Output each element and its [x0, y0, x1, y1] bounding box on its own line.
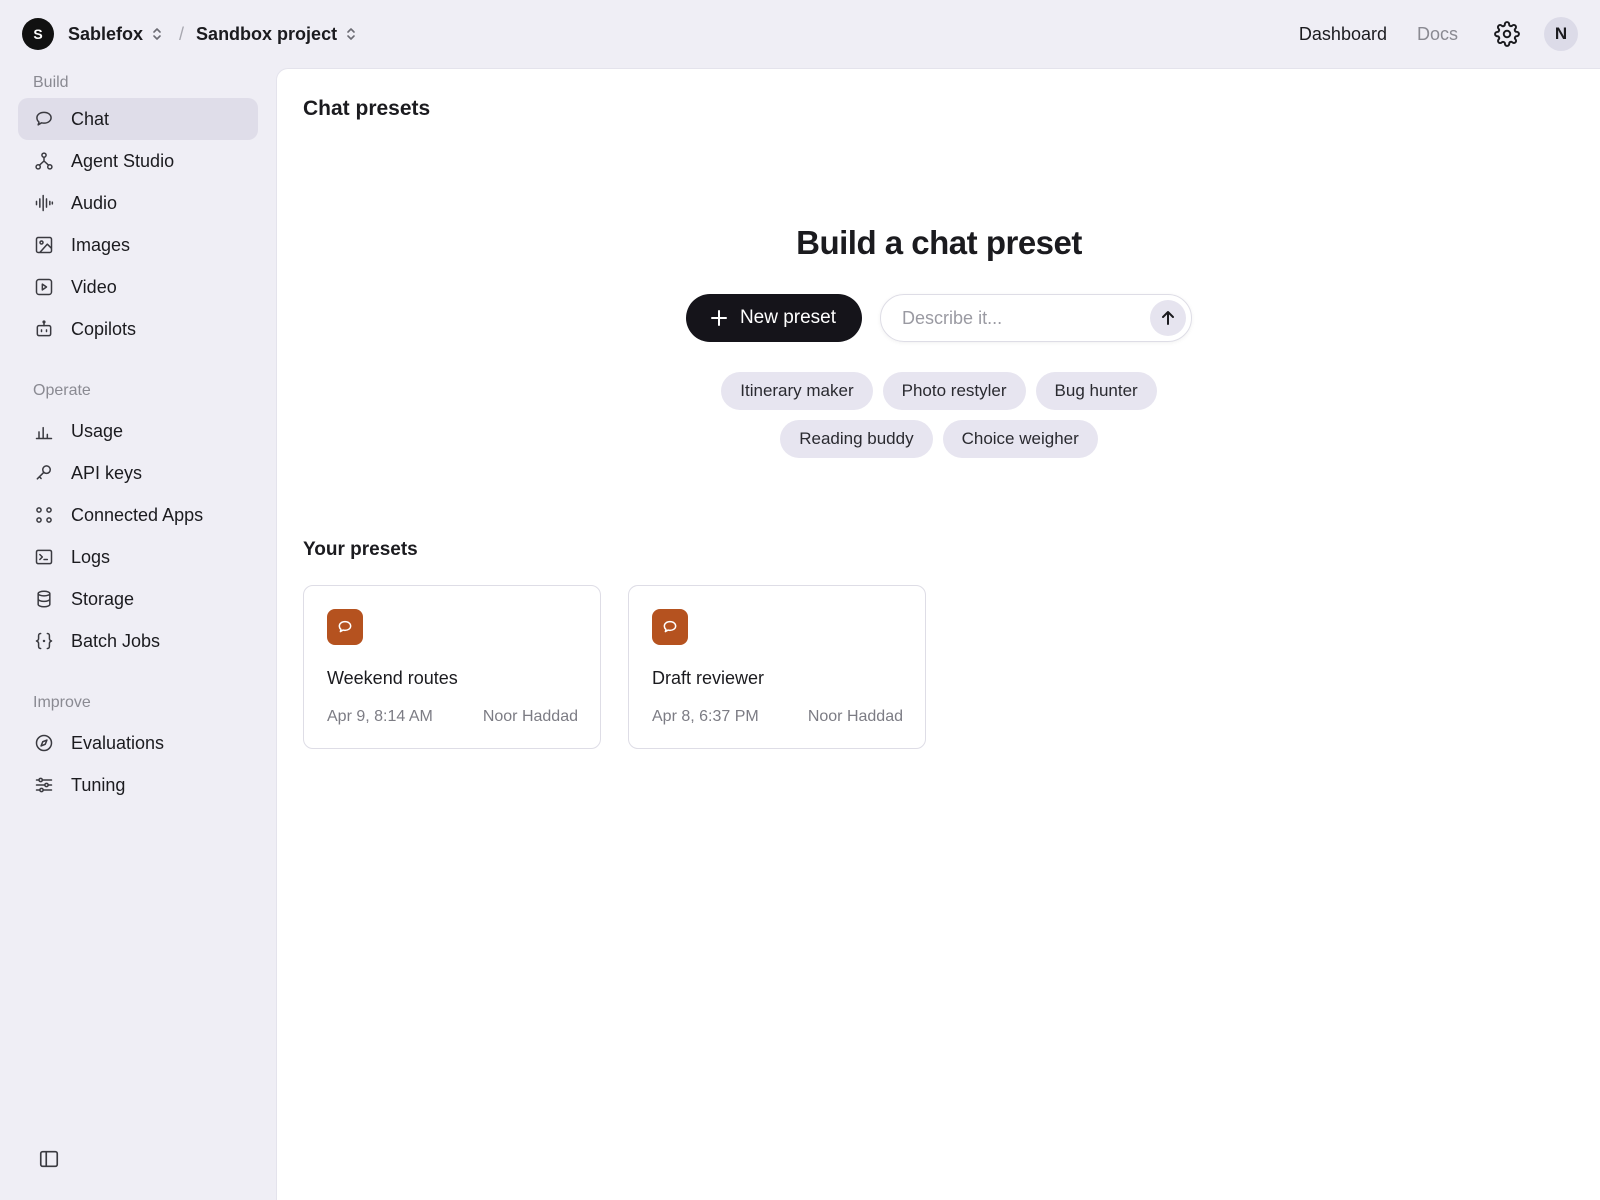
- agent-nodes-icon: [35, 152, 53, 170]
- preset-name: Draft reviewer: [652, 668, 765, 688]
- sidebar-item-label: Logs: [71, 546, 111, 567]
- describe-input[interactable]: [902, 307, 1151, 329]
- org-avatar[interactable]: S: [22, 18, 54, 50]
- braces-icon: [35, 632, 53, 650]
- plus-icon: [710, 310, 727, 326]
- sidebar-item-label: Video: [71, 276, 117, 297]
- sidebar-section-operate: Operate: [33, 382, 91, 399]
- sidebar-item-batch-jobs[interactable]: Batch Jobs: [18, 620, 258, 662]
- sidebar-section-build: Build: [33, 74, 69, 91]
- sidebar-item-evaluations[interactable]: Evaluations: [18, 722, 258, 764]
- gear-icon[interactable]: [1494, 21, 1520, 47]
- sidebar-item-label: Copilots: [71, 318, 137, 339]
- preset-author: Noor Haddad: [482, 708, 578, 725]
- user-avatar[interactable]: N: [1544, 17, 1578, 51]
- sidebar-item-label: Audio: [71, 192, 118, 213]
- waveform-icon: [35, 194, 54, 212]
- sidebar-item-connected-apps[interactable]: Connected Apps: [18, 494, 258, 536]
- suggestion-chips-row: Itinerary maker Photo restyler Bug hunte…: [277, 372, 1600, 410]
- submit-button[interactable]: [1150, 300, 1187, 336]
- preset-card[interactable]: Weekend routes Apr 9, 8:14 AM Noor Hadda…: [303, 585, 601, 749]
- suggestion-chips-row: Reading buddy Choice weigher: [277, 420, 1600, 458]
- describe-field: [880, 294, 1193, 342]
- sidebar-item-storage[interactable]: Storage: [18, 578, 258, 620]
- sidebar-item-label: Tuning: [71, 774, 126, 795]
- sidebar-item-tuning[interactable]: Tuning: [18, 764, 258, 806]
- sidebar-item-copilots[interactable]: Copilots: [18, 308, 258, 350]
- dashboard-link[interactable]: Dashboard: [1299, 24, 1387, 45]
- chat-bubble-icon: [338, 620, 352, 633]
- sidebar-item-audio[interactable]: Audio: [18, 182, 258, 224]
- compass-icon: [35, 734, 53, 752]
- project-name: Sandbox project: [196, 23, 338, 44]
- top-nav: Dashboard Docs N: [1299, 17, 1578, 51]
- hero-title: Build a chat preset: [796, 224, 1082, 261]
- main-panel: Chat presets Build a chat preset New pre…: [276, 68, 1600, 1200]
- sidebar-item-label: Chat: [71, 108, 110, 129]
- sidebar-item-agent-studio[interactable]: Agent Studio: [18, 140, 258, 182]
- org-switcher[interactable]: Sablefox: [68, 24, 163, 45]
- new-preset-label: New preset: [739, 307, 837, 328]
- sidebar-section-improve: Improve: [33, 694, 91, 711]
- suggestion-chip[interactable]: Bug hunter: [1035, 372, 1157, 410]
- presets-section-title: Your presets: [303, 539, 418, 560]
- terminal-icon: [35, 549, 53, 565]
- chevron-updown-icon: [153, 28, 161, 40]
- play-square-icon: [35, 278, 53, 296]
- robot-icon: [36, 320, 52, 337]
- database-icon: [37, 590, 51, 608]
- preset-name: Weekend routes: [327, 668, 458, 688]
- chat-bubble-icon: [663, 620, 677, 633]
- new-preset-button[interactable]: New preset: [685, 294, 863, 342]
- sidebar: Build Chat Agent Studio Audio Images Vid…: [0, 68, 276, 1200]
- sidebar-item-label: API keys: [71, 462, 143, 483]
- sidebar-item-label: Usage: [71, 420, 124, 441]
- key-icon: [36, 465, 51, 480]
- page-title: Chat presets: [303, 97, 431, 120]
- preset-badge: [652, 609, 688, 645]
- chevron-updown-icon: [347, 28, 355, 40]
- preset-date: Apr 8, 6:37 PM: [652, 708, 759, 725]
- sidebar-item-label: Batch Jobs: [71, 630, 161, 651]
- breadcrumb-separator: /: [179, 23, 185, 44]
- top-bar: S Sablefox / Sandbox project Dashboard D…: [0, 0, 1600, 68]
- sidebar-item-video[interactable]: Video: [18, 266, 258, 308]
- sidebar-item-label: Agent Studio: [71, 150, 175, 171]
- arrow-up-icon: [1162, 311, 1175, 325]
- project-switcher[interactable]: Sandbox project: [196, 24, 357, 45]
- sidebar-item-chat[interactable]: Chat: [18, 98, 258, 140]
- sidebar-item-images[interactable]: Images: [18, 224, 258, 266]
- image-icon: [35, 236, 53, 254]
- preset-list: Weekend routes Apr 9, 8:14 AM Noor Hadda…: [303, 585, 926, 749]
- suggestion-chip[interactable]: Reading buddy: [780, 420, 933, 458]
- sidebar-item-label: Connected Apps: [71, 504, 204, 525]
- sliders-icon: [35, 777, 53, 793]
- sidebar-toggle-icon[interactable]: [38, 1148, 60, 1170]
- suggestion-chip[interactable]: Choice weigher: [942, 420, 1098, 458]
- sidebar-item-api-keys[interactable]: API keys: [18, 452, 258, 494]
- sidebar-item-label: Storage: [71, 588, 135, 609]
- org-name: Sablefox: [68, 23, 144, 44]
- bar-chart-icon: [35, 426, 53, 440]
- docs-link[interactable]: Docs: [1417, 24, 1458, 45]
- preset-badge: [327, 609, 363, 645]
- sidebar-item-label: Evaluations: [71, 732, 165, 753]
- sidebar-item-label: Images: [71, 234, 131, 255]
- create-row: New preset: [277, 294, 1600, 342]
- chat-bubble-icon: [36, 111, 52, 126]
- preset-date: Apr 9, 8:14 AM: [327, 708, 433, 725]
- suggestion-chip[interactable]: Photo restyler: [882, 372, 1026, 410]
- apps-grid-icon: [36, 507, 52, 523]
- suggestion-chip[interactable]: Itinerary maker: [721, 372, 873, 410]
- sidebar-item-usage[interactable]: Usage: [18, 410, 258, 452]
- preset-author: Noor Haddad: [807, 708, 903, 725]
- preset-card[interactable]: Draft reviewer Apr 8, 6:37 PM Noor Hadda…: [628, 585, 926, 749]
- sidebar-item-logs[interactable]: Logs: [18, 536, 258, 578]
